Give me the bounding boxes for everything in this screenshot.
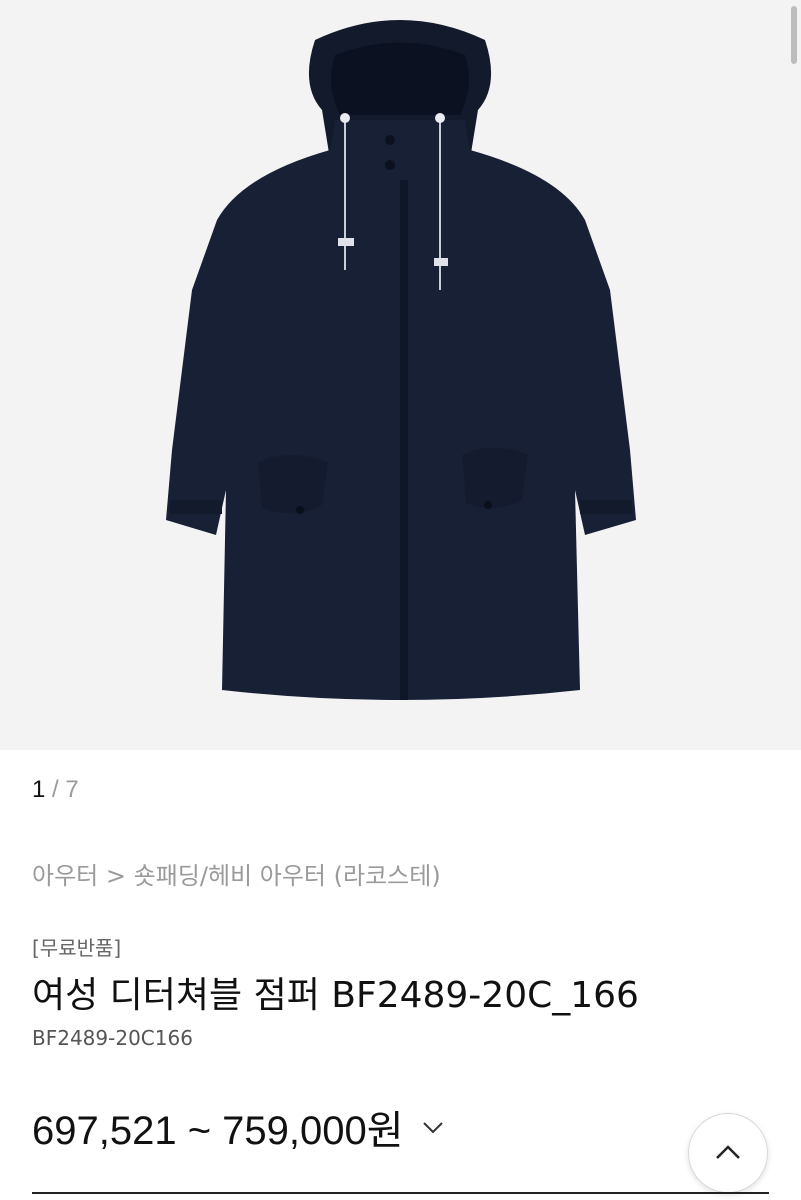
product-code: BF2489-20C166 bbox=[32, 1026, 193, 1050]
product-title: 여성 디터쳐블 점퍼 BF2489-20C_166 bbox=[32, 975, 639, 1016]
total-pages: 7 bbox=[65, 776, 79, 803]
free-return-tag: [무료반품] bbox=[32, 936, 122, 960]
product-image-gallery[interactable] bbox=[0, 0, 801, 750]
price-row[interactable]: 697,521 ~ 759,000원 bbox=[32, 1098, 446, 1156]
gallery-pager: 1 / 7 bbox=[32, 776, 79, 804]
current-page: 1 bbox=[32, 776, 46, 803]
breadcrumb: 아우터 > 숏패딩/헤비 아우터 (라코스테) bbox=[32, 856, 441, 891]
page-separator: / bbox=[52, 776, 59, 803]
breadcrumb-arrow: > bbox=[105, 862, 126, 890]
scroll-to-top-button[interactable] bbox=[688, 1113, 768, 1193]
breadcrumb-brand[interactable]: (라코스테) bbox=[334, 862, 441, 890]
scrollbar-thumb[interactable] bbox=[791, 6, 797, 64]
breadcrumb-subcategory[interactable]: 숏패딩/헤비 아우터 bbox=[134, 862, 326, 890]
divider bbox=[32, 1192, 769, 1194]
product-price: 697,521 ~ 759,000원 bbox=[32, 1109, 404, 1153]
coat-product-image bbox=[166, 20, 636, 700]
chevron-up-icon bbox=[716, 1145, 740, 1159]
chevron-down-icon[interactable] bbox=[420, 1114, 446, 1140]
breadcrumb-category[interactable]: 아우터 bbox=[32, 862, 98, 890]
